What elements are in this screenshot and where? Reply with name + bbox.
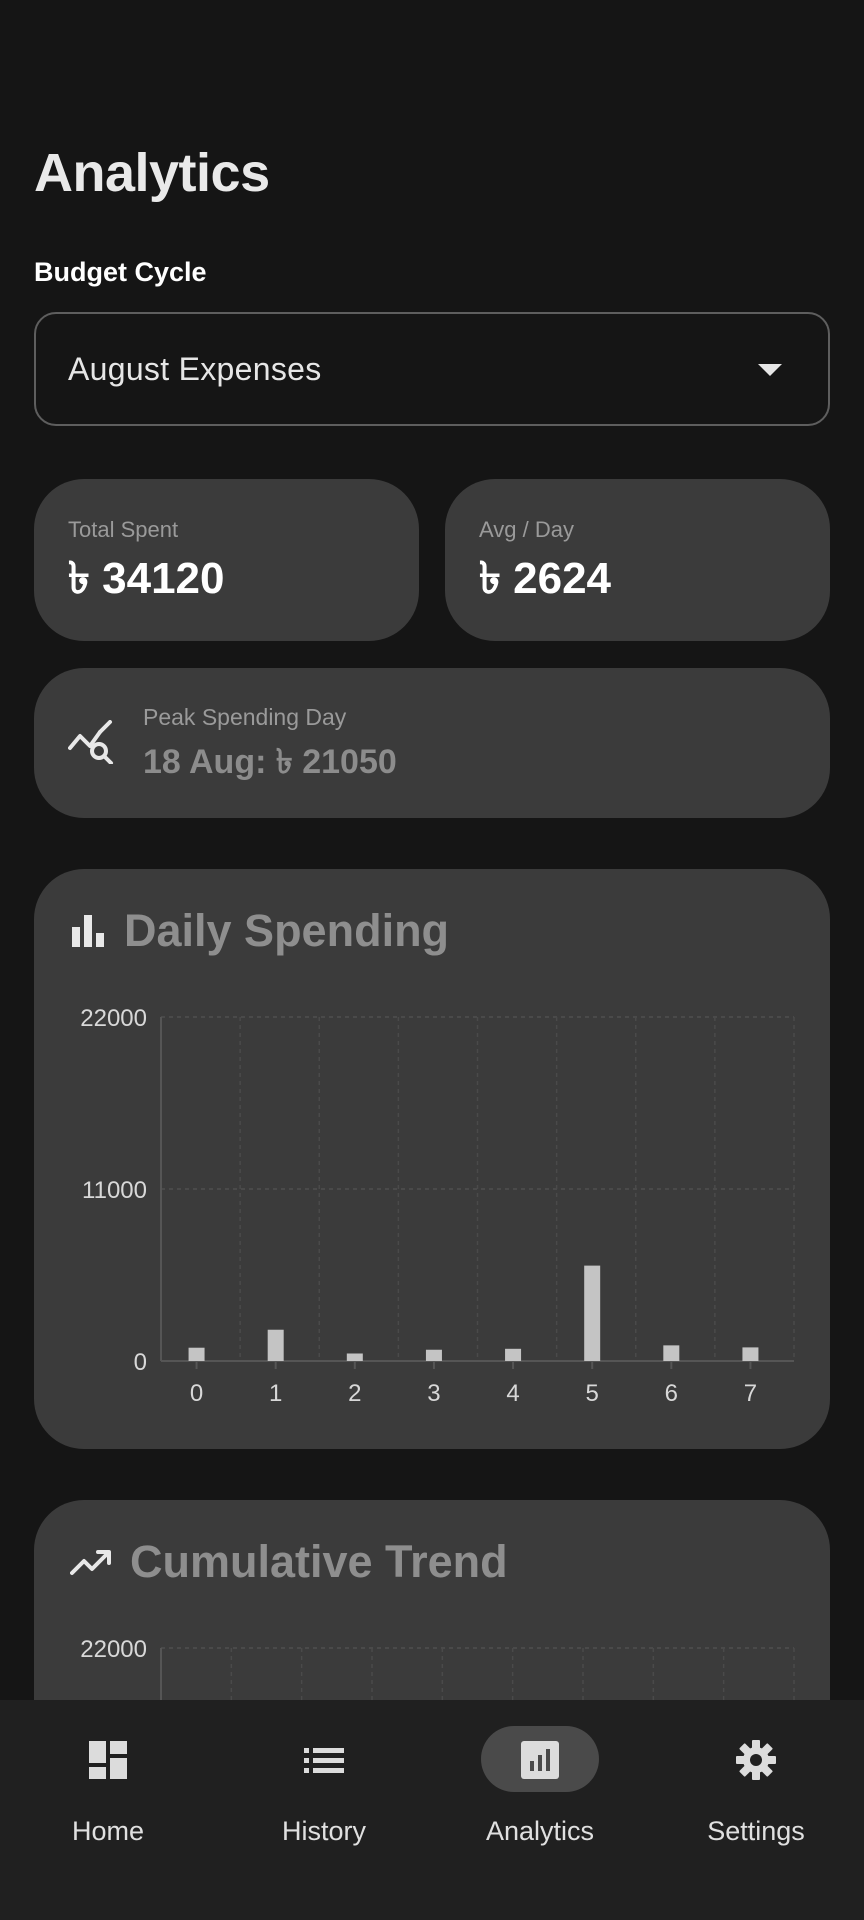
bar (505, 1348, 522, 1361)
bar (346, 1353, 363, 1361)
bar (267, 1329, 284, 1361)
query-stats-icon (68, 720, 113, 764)
page-title: Analytics (34, 143, 270, 203)
x-tick-label: 2 (348, 1380, 361, 1407)
dashboard-icon (89, 1741, 127, 1779)
daily-spending-chart: 22000 11000 0 0 1 2 3 4 5 6 7 (80, 1005, 795, 1407)
bottom-navigation: Home History Analytics Settings (0, 1700, 864, 1920)
avg-day-card: Avg / Day ৳ 2624 (445, 479, 830, 641)
nav-label-analytics: Analytics (485, 1816, 595, 1846)
peak-spending-card: Peak Spending Day 18 Aug: ৳ 21050 (34, 668, 830, 818)
daily-spending-card: Daily Spending 22000 11000 0 0 1 2 3 4 5 6 7 (34, 869, 830, 1449)
nav-item-settings[interactable]: Settings (648, 1700, 864, 1920)
avg-day-label: Avg / Day (479, 517, 574, 542)
avg-day-value: ৳ 2624 (479, 554, 612, 603)
budget-cycle-label: Budget Cycle (34, 257, 207, 287)
peak-spending-label: Peak Spending Day (143, 704, 347, 730)
y-tick-label: 11000 (82, 1177, 147, 1204)
analytics-icon (521, 1741, 559, 1779)
x-tick-label: 5 (586, 1380, 599, 1407)
y-tick-label: 22000 (80, 1636, 147, 1663)
y-tick-label: 0 (134, 1349, 147, 1376)
nav-item-analytics[interactable]: Analytics (432, 1700, 648, 1920)
nav-label-history: History (281, 1816, 366, 1846)
x-tick-label: 1 (269, 1380, 282, 1407)
bar (425, 1349, 442, 1361)
nav-label-home: Home (71, 1816, 145, 1846)
x-tick-label: 0 (190, 1380, 203, 1407)
x-tick-label: 6 (665, 1380, 678, 1407)
bar (742, 1347, 759, 1361)
total-spent-value: ৳ 34120 (68, 554, 225, 603)
peak-spending-value: 18 Aug: ৳ 21050 (143, 743, 397, 781)
budget-cycle-value: August Expenses (68, 350, 322, 387)
bar (584, 1265, 601, 1361)
y-tick-label: 22000 (80, 1005, 147, 1032)
total-spent-card: Total Spent ৳ 34120 (34, 479, 419, 641)
nav-label-settings: Settings (707, 1816, 805, 1846)
gear-icon (736, 1740, 776, 1780)
dropdown-arrow-icon (758, 364, 782, 376)
list-icon (304, 1748, 344, 1773)
total-spent-label: Total Spent (68, 517, 179, 542)
x-tick-label: 4 (506, 1380, 519, 1407)
bar (188, 1347, 205, 1361)
x-tick-label: 7 (744, 1380, 757, 1407)
nav-item-history[interactable]: History (216, 1700, 432, 1920)
nav-item-home[interactable]: Home (0, 1700, 216, 1920)
bar (663, 1345, 680, 1361)
budget-cycle-dropdown[interactable]: August Expenses (34, 312, 830, 426)
x-tick-label: 3 (427, 1380, 440, 1407)
